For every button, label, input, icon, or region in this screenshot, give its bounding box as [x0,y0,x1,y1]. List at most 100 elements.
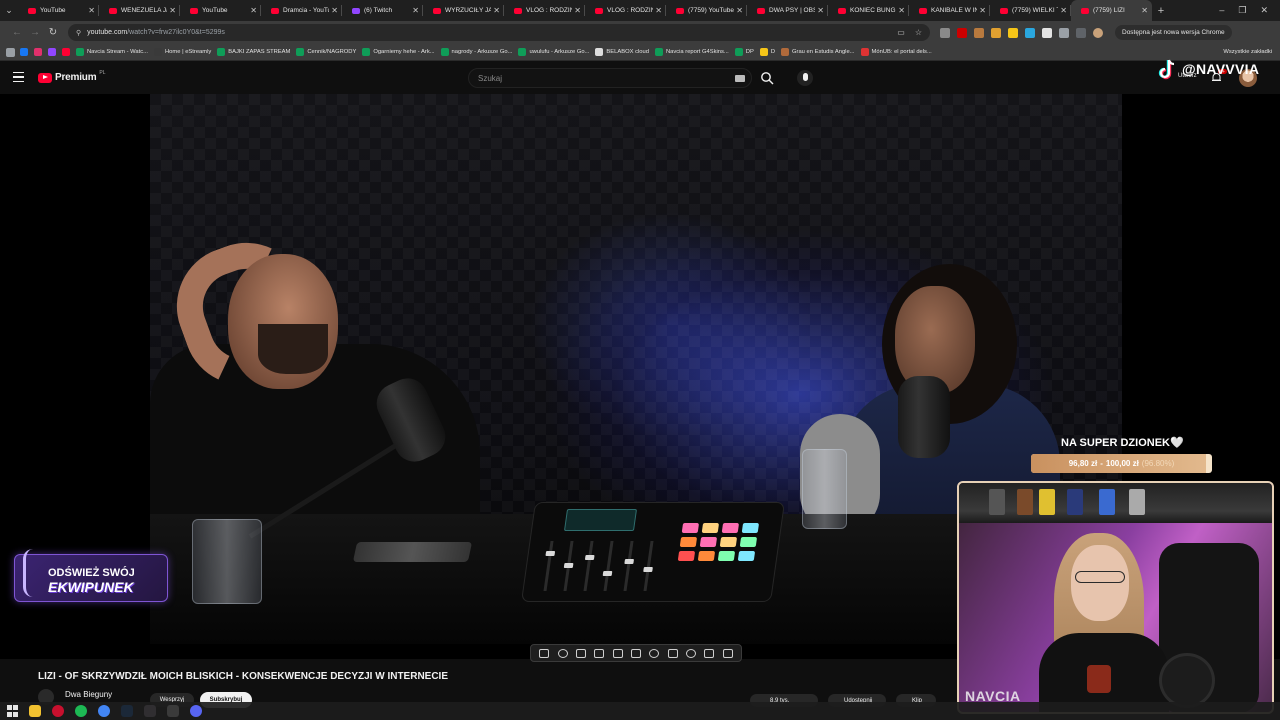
broadcast-icon[interactable] [557,648,568,658]
close-tab-icon[interactable]: ✕ [655,6,662,15]
browser-tab[interactable]: YouTube ✕ [180,0,261,21]
extension-icon[interactable] [974,27,984,38]
bookmark-item[interactable]: BAJKI ZAPAS STREAM [217,48,290,56]
chrome-icon[interactable] [98,705,110,717]
browser-tab[interactable]: (6) Twitch ✕ [342,0,423,21]
browser-tab[interactable]: (7759) LIZI ✕ [1071,0,1152,21]
search-input[interactable]: Szukaj [468,68,752,88]
browser-tab[interactable]: VLOG : RODZIN ✕ [504,0,585,21]
settings-icon[interactable] [722,648,733,658]
close-tab-icon[interactable]: ✕ [250,6,257,15]
browser-tab[interactable]: YouTube ✕ [18,0,99,21]
bookmark-item[interactable]: Navcia report G4Skins... [654,48,729,56]
frame-icon[interactable] [612,648,623,658]
bookmark-item[interactable] [62,48,70,56]
close-tab-icon[interactable]: ✕ [169,6,176,15]
extension-icon[interactable] [1042,27,1052,38]
bookmark-item[interactable] [48,48,56,56]
close-tab-icon[interactable]: ✕ [817,6,824,15]
new-tab-icon[interactable]: + [1152,5,1170,17]
restore-icon[interactable]: ❐ [1238,5,1246,16]
clip-icon[interactable] [575,648,586,658]
close-tab-icon[interactable]: ✕ [1060,6,1067,15]
browser-tab[interactable]: WYRZUCIŁY JA Z✕ [423,0,504,21]
screenshot-icon[interactable] [594,648,605,658]
bookmark-item[interactable]: Ogarniemy hehe - Ark... [362,48,435,56]
bookmark-star-icon[interactable]: ☆ [915,28,922,37]
close-tab-icon[interactable]: ✕ [88,6,95,15]
bookmark-item[interactable]: D [759,48,775,56]
close-tab-icon[interactable]: ✕ [493,6,500,15]
all-bookmarks-button[interactable]: Wszystkie zakładki [1223,49,1280,55]
start-icon[interactable] [6,705,18,717]
browser-tab[interactable]: DWA PSY | OBS ✕ [747,0,828,21]
channel-name[interactable]: Dwa Bieguny [65,690,112,699]
menu-icon[interactable] [13,72,24,82]
side-panel-icon[interactable] [1076,27,1086,38]
extensions-puzzle-icon[interactable] [1059,27,1069,38]
close-tab-icon[interactable]: ✕ [574,6,581,15]
browser-tab[interactable]: WENEZUELA Ja ✕ [99,0,180,21]
camera-icon[interactable] [686,648,697,658]
speed-icon[interactable] [649,648,660,658]
close-tab-icon[interactable]: ✕ [898,6,905,15]
subtitle-icon[interactable] [630,648,641,658]
apps-icon[interactable] [6,47,15,57]
spotify-icon[interactable] [75,705,87,717]
keyboard-icon[interactable] [735,75,745,82]
extension-icon[interactable] [1025,27,1035,38]
extension-icon[interactable] [957,27,967,38]
voice-search-icon[interactable] [797,70,813,86]
close-tab-icon[interactable]: ✕ [736,6,743,15]
cast-icon[interactable]: ▭ [897,28,905,37]
close-tab-icon[interactable]: ✕ [979,6,986,15]
browser-tab[interactable]: Dramcia - YouTu ✕ [261,0,342,21]
chrome-update-button[interactable]: Dostępna jest nowa wersja Chrome [1115,25,1232,40]
browser-tab[interactable]: (7759) YouTube ✕ [666,0,747,21]
extension-icon[interactable] [1008,27,1018,38]
file-explorer-icon[interactable] [29,705,41,717]
discord-icon[interactable] [190,705,202,717]
bookmark-item[interactable]: nagrody - Arkusze Go... [440,48,513,56]
close-window-icon[interactable]: ✕ [1260,5,1268,16]
back-icon[interactable]: ← [8,27,26,38]
export-icon[interactable] [667,648,678,658]
close-tab-icon[interactable]: ✕ [412,6,419,15]
bookmark-item[interactable] [20,48,28,56]
bookmark-favicon-icon [296,48,305,56]
close-tab-icon[interactable]: ✕ [331,6,338,15]
reload-icon[interactable]: ↻ [44,27,62,38]
bookmark-item[interactable]: Home | eStreamly [154,48,211,56]
tab-search-icon[interactable]: ⌄ [0,0,18,21]
bookmark-label: nagrody - Arkusze Go... [451,49,513,55]
flask-icon[interactable] [704,648,715,658]
terminal-icon[interactable] [167,705,179,717]
profile-avatar[interactable] [1093,27,1103,38]
bookmark-item[interactable]: uwulufu - Arkusze Go... [518,48,589,56]
browser-tab[interactable]: (7759) WIELKI TI ✕ [990,0,1071,21]
extension-icon[interactable] [940,27,950,38]
omnibox[interactable]: ⚲ youtube.com/watch?v=frw27ilc0Y0&t=5299… [68,24,930,41]
forward-icon[interactable]: → [26,27,44,38]
search-icon[interactable] [760,71,774,85]
extension-icon[interactable] [991,27,1001,38]
close-tab-icon[interactable]: ✕ [1141,6,1148,15]
steam-icon[interactable] [121,705,133,717]
site-info-icon[interactable]: ⚲ [76,29,81,37]
browser-tab[interactable]: KANIBALE W IN ✕ [909,0,990,21]
youtube-logo[interactable]: Premium PL [38,70,106,83]
bookmark-item[interactable]: Cennik/NAGRODY [296,48,356,56]
bookmark-item[interactable] [34,48,42,56]
opera-icon[interactable] [52,705,64,717]
bookmark-item[interactable]: DP [734,48,754,56]
bookmark-item[interactable]: MónUB: el portal dels... [860,48,932,56]
browser-tab[interactable]: KONIEC BUNGE ✕ [828,0,909,21]
minimize-icon[interactable]: – [1219,5,1224,16]
bookmark-item[interactable]: BELABOX cloud [595,48,649,56]
bookmark-item[interactable]: Navcia Stream - Watc... [76,48,148,56]
youtube-favicon-icon [757,7,765,14]
browser-tab[interactable]: VLOG : RODZIN ✕ [585,0,666,21]
loop-icon[interactable] [539,648,550,658]
bookmark-item[interactable]: Grau en Estudis Angle... [781,48,855,56]
obs-icon[interactable] [144,705,156,717]
